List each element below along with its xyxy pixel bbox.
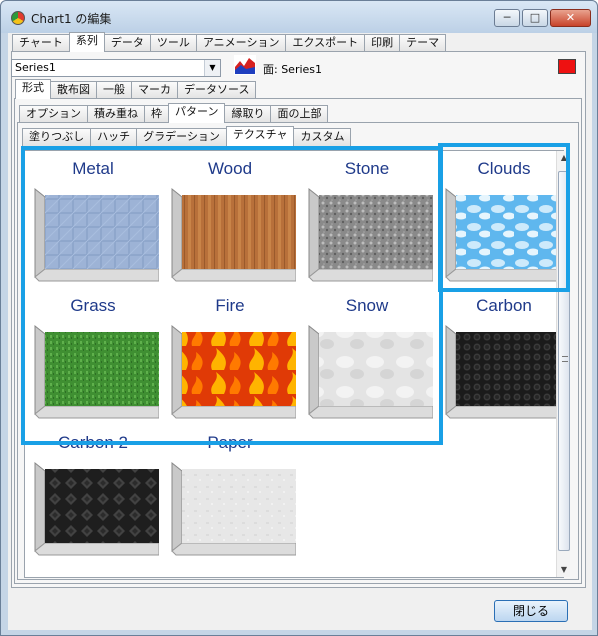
clouds-texture-preview bbox=[445, 187, 563, 282]
gallery-scrollbar[interactable]: ▲ ▼ bbox=[556, 151, 570, 577]
tab-pattern[interactable]: パターン bbox=[168, 103, 226, 123]
tab-format[interactable]: 形式 bbox=[15, 79, 51, 99]
texture-label: Paper bbox=[207, 433, 253, 452]
tab-options[interactable]: オプション bbox=[19, 105, 88, 123]
texture-label: Fire bbox=[215, 296, 245, 315]
tab-border[interactable]: 縁取り bbox=[224, 105, 272, 123]
maximize-button[interactable]: □ bbox=[522, 9, 548, 27]
tab-gradient[interactable]: グラデーション bbox=[136, 128, 227, 146]
texture-label: Clouds bbox=[477, 159, 531, 178]
texture-label: Carbon 2 bbox=[58, 433, 128, 452]
format-tab-row: 形式 散布図 一般 マーカ データソース bbox=[15, 79, 257, 99]
title-bar: Chart1 の編集 ─ □ ✕ bbox=[1, 1, 597, 33]
texture-item-stone[interactable]: Stone bbox=[299, 151, 435, 289]
fire-texture-preview bbox=[171, 324, 296, 419]
texture-item-snow[interactable]: Snow bbox=[299, 288, 435, 426]
texture-label: Metal bbox=[72, 159, 114, 178]
tab-fill[interactable]: 塗りつぶし bbox=[22, 128, 92, 146]
series-label: 面: Series1 bbox=[263, 63, 323, 76]
series-chart-icon bbox=[234, 55, 256, 75]
close-button[interactable]: 閉じる bbox=[494, 600, 568, 622]
minimize-button[interactable]: ─ bbox=[494, 9, 520, 27]
texture-label: Snow bbox=[345, 296, 389, 315]
paper-texture-preview bbox=[171, 461, 296, 556]
scroll-up-arrow-icon[interactable]: ▲ bbox=[557, 151, 571, 165]
tab-custom[interactable]: カスタム bbox=[293, 128, 352, 146]
carbon-texture-preview bbox=[445, 324, 563, 419]
tab-general[interactable]: 一般 bbox=[96, 81, 132, 99]
chart-app-icon bbox=[11, 11, 25, 25]
scroll-down-arrow-icon[interactable]: ▼ bbox=[557, 563, 571, 577]
texture-label: Stone bbox=[344, 159, 390, 178]
tab-scatter[interactable]: 散布図 bbox=[50, 81, 97, 99]
tab-texture[interactable]: テクスチャ bbox=[225, 126, 295, 146]
tab-print[interactable]: 印刷 bbox=[364, 34, 401, 52]
texture-item-clouds[interactable]: Clouds bbox=[436, 151, 563, 289]
tab-frame[interactable]: 枠 bbox=[144, 105, 169, 123]
texture-label: Carbon bbox=[476, 296, 532, 315]
series-color-swatch[interactable] bbox=[558, 59, 576, 74]
wood-texture-preview bbox=[171, 187, 296, 282]
main-tab-row: チャート 系列 データ ツール アニメーション エクスポート 印刷 テーマ bbox=[12, 32, 447, 52]
texture-label: Grass bbox=[70, 296, 116, 315]
texture-item-carbon[interactable]: Carbon bbox=[436, 288, 563, 426]
texture-item-wood[interactable]: Wood bbox=[162, 151, 298, 289]
texture-gallery: Metal Wood Stone Clouds Grass Fire Snow … bbox=[24, 150, 564, 578]
stone-texture-preview bbox=[308, 187, 433, 282]
metal-texture-preview bbox=[34, 187, 159, 282]
tab-datasource[interactable]: データソース bbox=[177, 81, 257, 99]
tab-hatch[interactable]: ハッチ bbox=[90, 128, 138, 146]
tab-stacking[interactable]: 積み重ね bbox=[87, 105, 145, 123]
tab-top-face[interactable]: 面の上部 bbox=[270, 105, 329, 123]
pattern-tab-row: オプション 積み重ね 枠 パターン 縁取り 面の上部 bbox=[19, 103, 329, 123]
tab-data[interactable]: データ bbox=[103, 34, 151, 52]
tab-tools[interactable]: ツール bbox=[149, 34, 197, 52]
dropdown-arrow-icon[interactable]: ▼ bbox=[204, 60, 220, 76]
tab-theme[interactable]: テーマ bbox=[399, 34, 447, 52]
carbon-2-texture-preview bbox=[34, 461, 159, 556]
grass-texture-preview bbox=[34, 324, 159, 419]
series-dropdown[interactable]: Series1 ▼ bbox=[11, 59, 221, 77]
tab-export[interactable]: エクスポート bbox=[285, 34, 366, 52]
texture-item-carbon-2[interactable]: Carbon 2 bbox=[25, 425, 161, 563]
texture-item-paper[interactable]: Paper bbox=[162, 425, 298, 563]
scroll-thumb[interactable] bbox=[558, 171, 570, 551]
grip-icon bbox=[562, 356, 568, 362]
texture-item-grass[interactable]: Grass bbox=[25, 288, 161, 426]
tab-animation[interactable]: アニメーション bbox=[195, 34, 287, 52]
tab-chart[interactable]: チャート bbox=[12, 34, 70, 52]
texture-item-fire[interactable]: Fire bbox=[162, 288, 298, 426]
texture-item-metal[interactable]: Metal bbox=[25, 151, 161, 289]
snow-texture-preview bbox=[308, 324, 433, 419]
window-title: Chart1 の編集 bbox=[31, 12, 112, 26]
tab-marker[interactable]: マーカ bbox=[131, 81, 178, 99]
close-window-button[interactable]: ✕ bbox=[550, 9, 591, 27]
fill-tab-row: 塗りつぶし ハッチ グラデーション テクスチャ カスタム bbox=[22, 126, 352, 146]
tab-series[interactable]: 系列 bbox=[68, 32, 105, 52]
series-dropdown-value: Series1 bbox=[15, 61, 56, 74]
texture-label: Wood bbox=[207, 159, 253, 178]
